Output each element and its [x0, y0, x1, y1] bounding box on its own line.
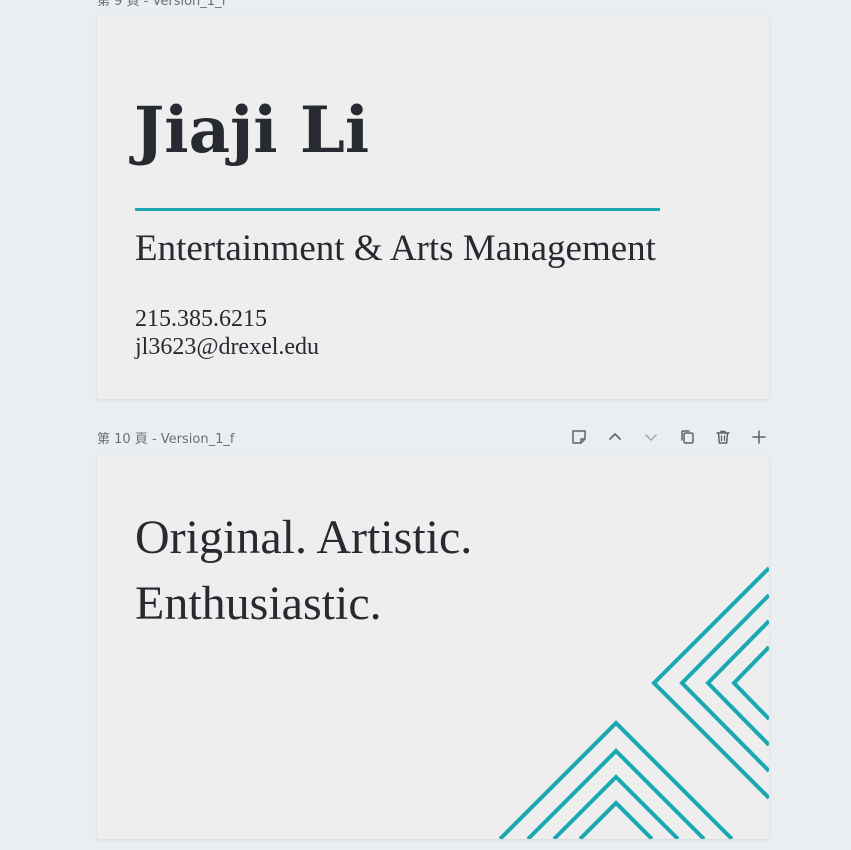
chevron-up-icon	[609, 433, 621, 440]
up-chevron-line-1	[498, 720, 734, 839]
accent-divider	[135, 208, 660, 211]
page-toolbar	[561, 426, 777, 448]
left-chevron-line-1	[651, 566, 769, 800]
business-card-name: Jiaji Li	[134, 93, 370, 168]
business-card-email: jl3623@drexel.edu	[135, 334, 320, 360]
duplicate-page-button[interactable]	[669, 426, 705, 448]
add-page-button[interactable]	[741, 426, 777, 448]
plus-icon	[752, 430, 766, 444]
business-card-phone: 215.385.6215	[135, 306, 267, 332]
left-chevron-line-4	[731, 645, 769, 721]
move-page-up-button[interactable]	[597, 426, 633, 448]
duplicate-icon	[681, 430, 694, 444]
left-chevron-line-3	[705, 619, 769, 747]
up-chevron-line-4	[578, 800, 654, 839]
slide-page-10[interactable]: Original. Artistic. Enthusiastic.	[97, 455, 769, 839]
add-note-button[interactable]	[561, 426, 597, 448]
slide-page-9[interactable]: Jiaji Li Entertainment & Arts Management…	[97, 15, 769, 399]
note-icon	[572, 430, 586, 444]
delete-page-button[interactable]	[705, 426, 741, 448]
chevron-down-icon	[645, 434, 657, 441]
left-chevron-line-2	[679, 593, 769, 773]
trash-icon	[716, 430, 730, 444]
page-label-9: 第 9 頁 - Version_1_f	[97, 0, 227, 9]
up-chevron-line-2	[526, 748, 706, 839]
move-page-down-button[interactable]	[633, 426, 669, 448]
business-card-subtitle: Entertainment & Arts Management	[135, 228, 656, 269]
chevron-lines-decoration	[498, 566, 769, 839]
up-chevron-line-3	[552, 774, 680, 839]
page-label-10: 第 10 頁 - Version_1_f	[97, 432, 235, 447]
